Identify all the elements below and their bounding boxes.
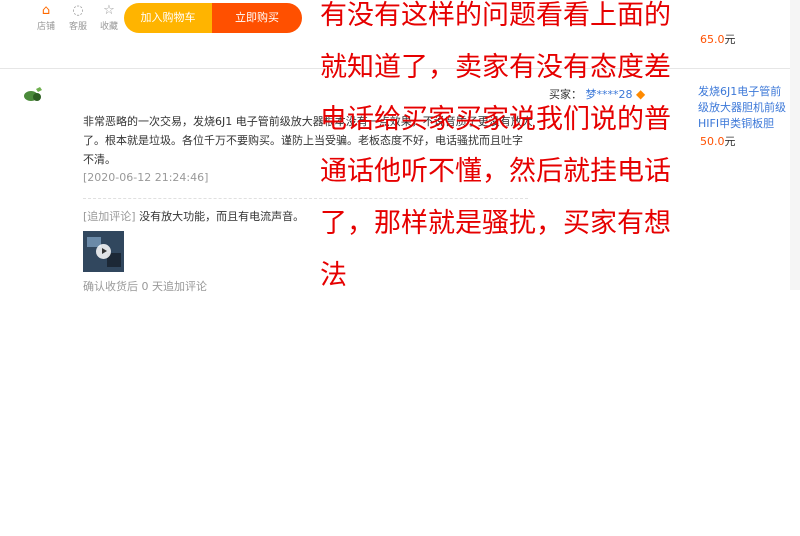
price-unit: 元: [724, 33, 736, 46]
favorite-button[interactable]: ☆ 收藏: [94, 3, 124, 32]
overlay-line: 有没有这样的问题看看上面的: [320, 0, 671, 31]
append-tag: [追加评论]: [83, 210, 136, 223]
service-label: 客服: [68, 22, 87, 32]
overlay-line: 通话他听不懂，然后就挂电话: [320, 156, 671, 187]
play-icon[interactable]: [96, 244, 111, 259]
customer-service-button[interactable]: ◌ 客服: [63, 3, 93, 32]
overlay-line: 电话给买家买家说我们说的普: [320, 104, 671, 135]
blank-area: [0, 292, 800, 536]
scroll-gutter: [790, 0, 800, 290]
append-review: [追加评论] 没有放大功能，而且有电流声音。: [83, 208, 304, 224]
shop-button[interactable]: ⌂ 店铺: [31, 3, 61, 32]
append-text: 没有放大功能，而且有电流声音。: [139, 210, 305, 223]
overlay-line: 就知道了，卖家有没有态度差: [320, 52, 671, 83]
buyer-avatar: [24, 87, 42, 101]
price-unit: 元: [724, 135, 736, 148]
overlay-line: 了，那样就是骚扰，买家有想: [320, 208, 671, 239]
shop-label: 店铺: [36, 22, 55, 32]
review-date: [2020-06-12 21:24:46]: [83, 171, 209, 184]
chat-icon: ◌: [72, 3, 84, 18]
shop-icon: ⌂: [41, 3, 51, 18]
star-icon: ☆: [103, 3, 115, 18]
buy-now-button[interactable]: 立即购买: [212, 3, 302, 33]
favorite-label: 收藏: [99, 22, 118, 32]
overlay-comment: 有没有这样的问题看看上面的 就知道了，卖家有没有态度差 电话给买家买家说我们说的…: [320, 0, 720, 302]
video-thumbnail[interactable]: [83, 231, 124, 272]
add-to-cart-button[interactable]: 加入购物车: [124, 3, 212, 33]
